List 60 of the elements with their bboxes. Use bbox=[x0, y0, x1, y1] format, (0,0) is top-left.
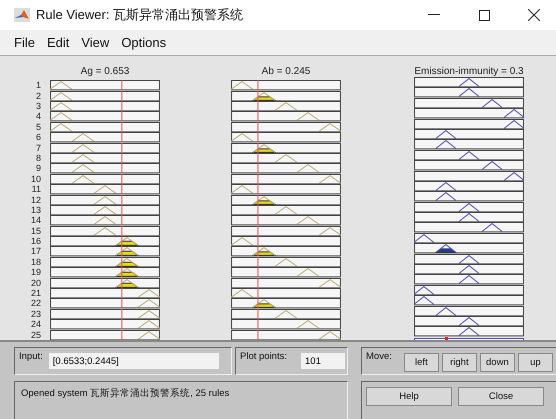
move-button[interactable]: left bbox=[404, 353, 439, 372]
rule-number: 22 bbox=[30, 298, 42, 309]
rule-number: 21 bbox=[30, 288, 42, 298]
rule-number: 24 bbox=[30, 319, 42, 330]
membership-triangle bbox=[251, 144, 277, 152]
rule-number: 23 bbox=[30, 308, 42, 320]
membership-triangle bbox=[251, 92, 277, 100]
membership-triangle bbox=[251, 195, 277, 204]
plot-points-field[interactable]: 101 bbox=[301, 353, 345, 369]
rule-number: 1 bbox=[34, 80, 42, 91]
rule-number: 2 bbox=[34, 90, 42, 102]
rule-number: 12 bbox=[30, 194, 42, 205]
variable-title: Ag = 0.653 bbox=[80, 66, 130, 79]
menu-item[interactable]: View bbox=[81, 35, 110, 50]
rule-number: 9 bbox=[34, 163, 42, 174]
rule-number: 19 bbox=[30, 267, 42, 278]
input-field[interactable]: [0.6533;0.2445] bbox=[48, 353, 219, 369]
variable-title: Emission-immunity = 0.3 bbox=[414, 66, 524, 77]
rule-number: 3 bbox=[34, 101, 42, 112]
rule-number: 4 bbox=[34, 111, 42, 122]
app-logo-icon bbox=[14, 8, 30, 22]
rule-number: 8 bbox=[34, 152, 42, 164]
menu-item[interactable]: Options bbox=[121, 35, 166, 50]
rule-number: 15 bbox=[30, 226, 42, 236]
status-message: Opened system 瓦斯异常涌出预警系统, 25 rules bbox=[14, 381, 348, 419]
menu-item[interactable]: Edit bbox=[46, 35, 70, 50]
rule-number: 5 bbox=[34, 122, 42, 132]
input-label: Input: bbox=[19, 351, 43, 362]
membership-triangle bbox=[251, 299, 277, 308]
rule-number: 13 bbox=[30, 204, 42, 216]
rule-number: 11 bbox=[30, 184, 42, 195]
rule-number: 6 bbox=[34, 132, 42, 143]
membership-triangle bbox=[434, 244, 458, 254]
maximize-icon[interactable] bbox=[478, 10, 490, 20]
rule-number: 16 bbox=[30, 236, 42, 246]
plot-points-label: Plot points: bbox=[240, 351, 287, 362]
move-label: Move: bbox=[366, 351, 392, 362]
membership-triangle bbox=[114, 278, 140, 288]
minimize-icon[interactable] bbox=[428, 14, 440, 16]
rule-number: 20 bbox=[30, 278, 42, 288]
rule-number: 18 bbox=[30, 256, 42, 268]
move-button[interactable]: up bbox=[518, 353, 553, 372]
membership-triangle bbox=[251, 247, 277, 256]
membership-triangle bbox=[114, 247, 140, 256]
menu-item[interactable]: File bbox=[14, 35, 35, 50]
rule-number: 25 bbox=[30, 330, 42, 340]
membership-triangle bbox=[114, 268, 140, 278]
window-title: Rule Viewer: 瓦斯异常涌出预警系统 bbox=[36, 6, 244, 24]
rule-number: 14 bbox=[30, 215, 42, 226]
action-button[interactable]: Close bbox=[458, 387, 544, 406]
variable-title: Ab = 0.245 bbox=[260, 66, 312, 79]
rule-number: 10 bbox=[30, 174, 42, 184]
rule-number: 7 bbox=[34, 142, 42, 153]
membership-triangle bbox=[114, 237, 140, 246]
move-button[interactable]: right bbox=[442, 353, 477, 372]
rule-number: 17 bbox=[30, 246, 42, 257]
membership-triangle bbox=[114, 258, 140, 267]
move-button[interactable]: down bbox=[480, 353, 515, 372]
action-button[interactable]: Help bbox=[366, 387, 452, 406]
close-icon[interactable] bbox=[528, 9, 540, 21]
